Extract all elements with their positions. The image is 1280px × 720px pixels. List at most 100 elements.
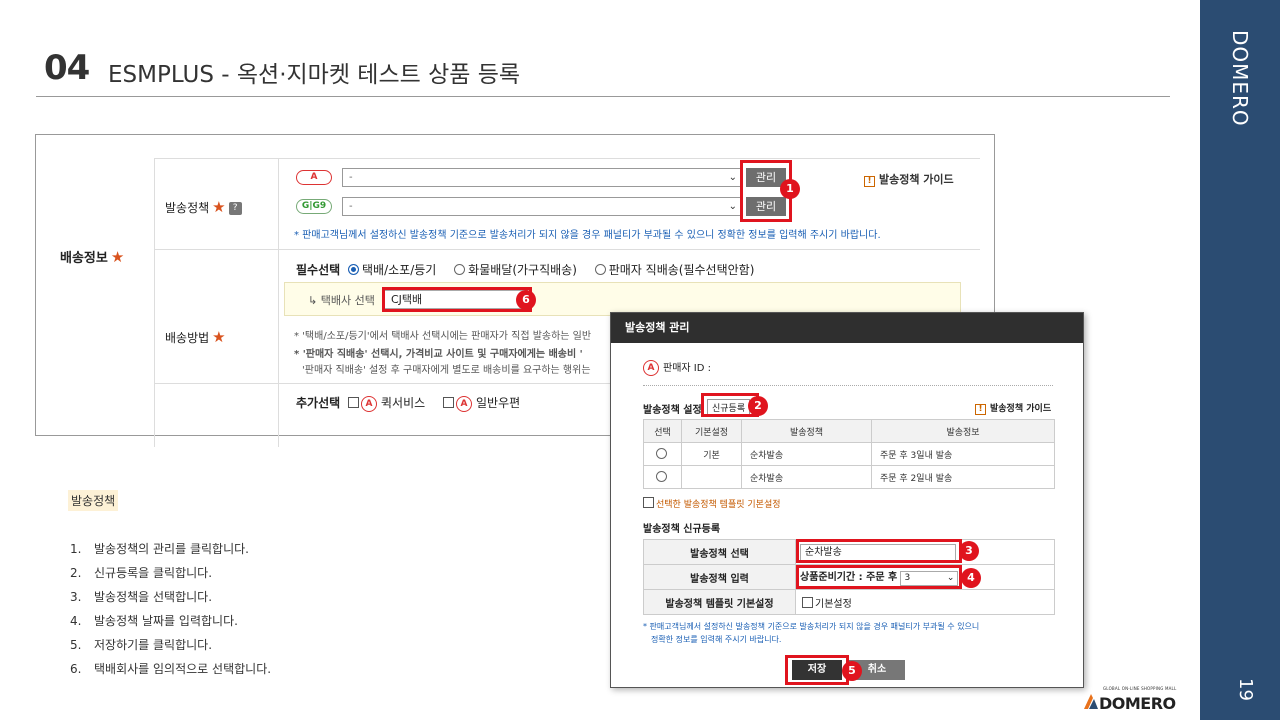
callout-marker: 1 [780, 179, 800, 199]
checkbox-icon [348, 397, 359, 408]
list-item: 1. 발송정책의 관리를 클릭합니다. [70, 542, 249, 556]
callout-marker: 3 [959, 541, 979, 561]
optional-choice-row: 추가선택 A 퀵서비스 A 일반우편 [296, 394, 520, 412]
chevron-down-icon: ⌄ [728, 201, 737, 212]
auction-icon: A [456, 395, 472, 412]
row-label: 발송정책 선택 [643, 539, 796, 565]
logo-tagline: GLOBAL ON-LINE SHOPPING MALL [1103, 686, 1177, 691]
table-header: 선택 [643, 419, 682, 443]
alert-icon: ! [864, 176, 875, 187]
table-header: 발송정책 [741, 419, 872, 443]
option-quick[interactable]: A 퀵서비스 [348, 395, 425, 412]
row-policy: 순차발송 [741, 465, 872, 489]
radio-selected-icon [348, 264, 359, 275]
required-star-icon: ★ [110, 248, 125, 266]
instructions-section-label: 발송정책 [68, 490, 119, 511]
radio-icon [594, 264, 606, 275]
new-register-title: 발송정책 신규등록 [643, 524, 721, 535]
logo-mark-icon [1084, 694, 1098, 709]
page-number: 19 [1235, 678, 1256, 701]
seller-id: A 판매자 ID : [643, 359, 711, 376]
policy-table: 선택 기본설정 발송정책 발송정보 기본 순차발송 주문 후 3일내 발송 순차… [643, 419, 1055, 489]
section-number: 04 [44, 48, 90, 88]
checkbox-icon [802, 596, 813, 608]
courier-label: ↳ 택배사 선택 [308, 294, 375, 307]
option-freight[interactable]: 화물배달(가구직배송) [454, 263, 577, 277]
set-default-checkbox[interactable]: 선택한 발송정책 템플릿 기본설정 [643, 497, 781, 510]
dotted-divider [643, 385, 1053, 386]
checkbox-icon [643, 497, 654, 508]
row-info: 주문 후 2일내 발송 [871, 465, 1055, 489]
list-item: 3. 발송정책을 선택합니다. [70, 590, 213, 604]
option-parcel[interactable]: 택배/소포/등기 [348, 263, 436, 277]
gmarket-policy-select[interactable]: - ⌄ [342, 197, 742, 216]
callout-marker: 2 [748, 396, 768, 416]
auction-icon: A [643, 360, 659, 376]
row-default: 기본 [681, 442, 742, 466]
table-header: 기본설정 [681, 419, 742, 443]
logo-name: DOMERO [1099, 694, 1176, 713]
shipping-info-label: 배송정보 ★ [60, 248, 125, 266]
highlight-box [796, 565, 962, 589]
optional-label: 추가선택 [296, 396, 341, 410]
callout-marker: 6 [516, 290, 536, 310]
right-sidebar: DOMERO 19 [1200, 0, 1280, 720]
callout-marker: 4 [961, 568, 981, 588]
list-item: 6. 택배회사를 임의적으로 선택합니다. [70, 662, 272, 676]
policy-guide-link[interactable]: ! 발송정책 가이드 [864, 171, 954, 187]
radio-icon [454, 264, 466, 275]
callout-marker: 5 [842, 661, 862, 681]
required-star-icon: ★ [212, 198, 226, 216]
row-default [681, 465, 742, 489]
template-default-cell[interactable]: 기본설정 [795, 589, 1055, 615]
table-row: 순차발송 주문 후 2일내 발송 [643, 465, 1055, 489]
required-star-icon: ★ [212, 328, 226, 346]
auction-badge: A [296, 170, 332, 185]
list-item: 2. 신규등록을 클릭합니다. [70, 566, 213, 580]
row-info: 주문 후 3일내 발송 [871, 442, 1055, 466]
highlight-box [796, 539, 962, 563]
row-select[interactable] [643, 442, 682, 466]
row-select[interactable] [643, 465, 682, 489]
option-mail[interactable]: A 일반우편 [443, 395, 520, 412]
domero-logo: GLOBAL ON-LINE SHOPPING MALL DOMERO [1083, 686, 1177, 714]
checkbox-icon [443, 397, 454, 408]
auction-policy-select[interactable]: - ⌄ [342, 168, 742, 187]
policy-note: * 판매고객님께서 설정하신 발송정책 기준으로 발송처리가 되지 않을 경우 … [294, 230, 881, 241]
chevron-down-icon: ⌄ [728, 172, 737, 183]
radio-icon [655, 447, 667, 459]
option-direct[interactable]: 판매자 직배송(필수선택안함) [594, 263, 754, 277]
modal-guide-link[interactable]: ! 발송정책 가이드 [975, 401, 1051, 415]
auction-icon: A [361, 395, 377, 412]
policy-management-modal: 발송정책 관리 A 판매자 ID : 발송정책 설정 신규등록 2 ! 발송정책 가… [610, 312, 1084, 688]
gmarket-badge: G|G9 [296, 199, 332, 214]
highlight-box [785, 655, 849, 685]
modal-note-1: * 판매고객님께서 설정하신 발송정책 기준으로 발송처리가 되지 않을 경우 … [643, 622, 980, 631]
page-title: ESMPLUS - 옥션·지마켓 테스트 상품 등록 [108, 62, 521, 88]
required-choice-row: 필수선택 택배/소포/등기 화물배달(가구직배송) 판매자 직배송(필수선택안함… [296, 261, 754, 278]
table-row: 기본 순차발송 주문 후 3일내 발송 [643, 442, 1055, 466]
row-policy: 순차발송 [741, 442, 872, 466]
modal-note-2: 정확한 정보를 입력해 주시기 바랍니다. [651, 635, 782, 644]
radio-icon [655, 470, 667, 482]
policy-label: 발송정책 ★? [165, 198, 242, 216]
row-label: 발송정책 템플릿 기본설정 [643, 589, 796, 615]
sidebar-brand: DOMERO [1228, 30, 1252, 127]
row-label: 발송정책 입력 [643, 564, 796, 590]
list-item: 4. 발송정책 날짜를 입력합니다. [70, 614, 238, 628]
instructions-list: 1. 발송정책의 관리를 클릭합니다. 2. 신규등록을 클릭합니다. 3. 발송정책… [70, 540, 271, 684]
list-item: 5. 저장하기를 클릭합니다. [70, 638, 213, 652]
modal-title: 발송정책 관리 [611, 313, 1083, 343]
alert-icon: ! [975, 404, 986, 415]
column-divider [278, 158, 279, 447]
table-header: 발송정보 [871, 419, 1055, 443]
required-label: 필수선택 [296, 263, 341, 277]
policy-settings-label: 발송정책 설정 [643, 405, 702, 416]
highlight-box [382, 287, 532, 312]
title-divider [36, 96, 1170, 97]
method-note-2: * '판매자 직배송' 선택시, 가격비교 사이트 및 구매자에게는 배송비 ' [294, 349, 583, 360]
method-note-3: '판매자 직배송' 설정 후 구매자에게 별도로 배송비를 요구하는 행위는 [302, 365, 591, 376]
method-note-1: * '택배/소포/등기'에서 택배사 선택시에는 판매자가 직접 발송하는 일반 [294, 331, 592, 342]
help-icon[interactable]: ? [228, 202, 242, 215]
method-label: 배송방법 ★ [165, 328, 226, 346]
